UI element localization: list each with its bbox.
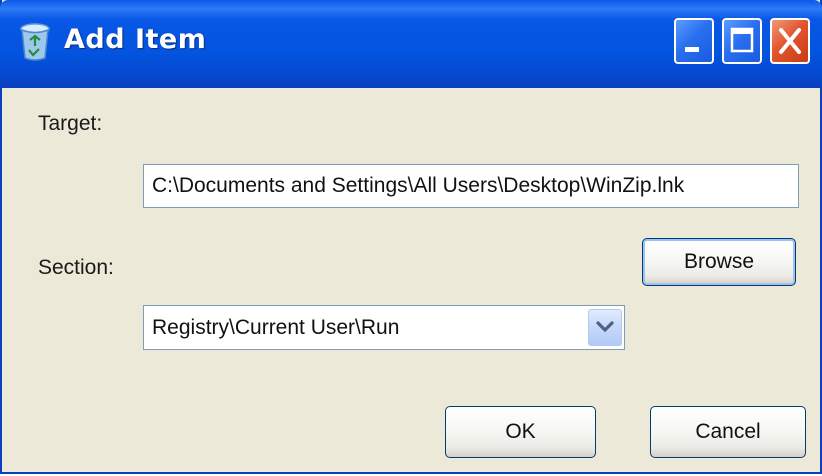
target-label: Target:	[38, 112, 103, 135]
section-label: Section:	[38, 256, 114, 279]
close-icon	[779, 28, 801, 54]
dropdown-arrow-button[interactable]	[588, 309, 622, 346]
recycle-bin-icon[interactable]	[18, 22, 52, 62]
maximize-icon	[730, 27, 754, 53]
minimize-button[interactable]	[674, 18, 714, 64]
chevron-down-icon	[596, 321, 614, 333]
cancel-button[interactable]: Cancel	[650, 406, 806, 458]
window-title: Add Item	[64, 24, 207, 55]
section-dropdown[interactable]: Registry\Current User\Run	[143, 305, 625, 350]
minimize-icon	[685, 47, 699, 52]
close-button[interactable]	[770, 18, 810, 64]
ok-button[interactable]: OK	[445, 406, 596, 458]
add-item-dialog: Add Item Target: C:\Documents and Settin…	[0, 0, 822, 474]
section-dropdown-value: Registry\Current User\Run	[152, 316, 400, 339]
target-path-field[interactable]: C:\Documents and Settings\All Users\Desk…	[143, 164, 799, 208]
browse-button[interactable]: Browse	[642, 238, 796, 286]
title-bar[interactable]: Add Item	[0, 0, 822, 88]
maximize-button[interactable]	[722, 18, 762, 64]
